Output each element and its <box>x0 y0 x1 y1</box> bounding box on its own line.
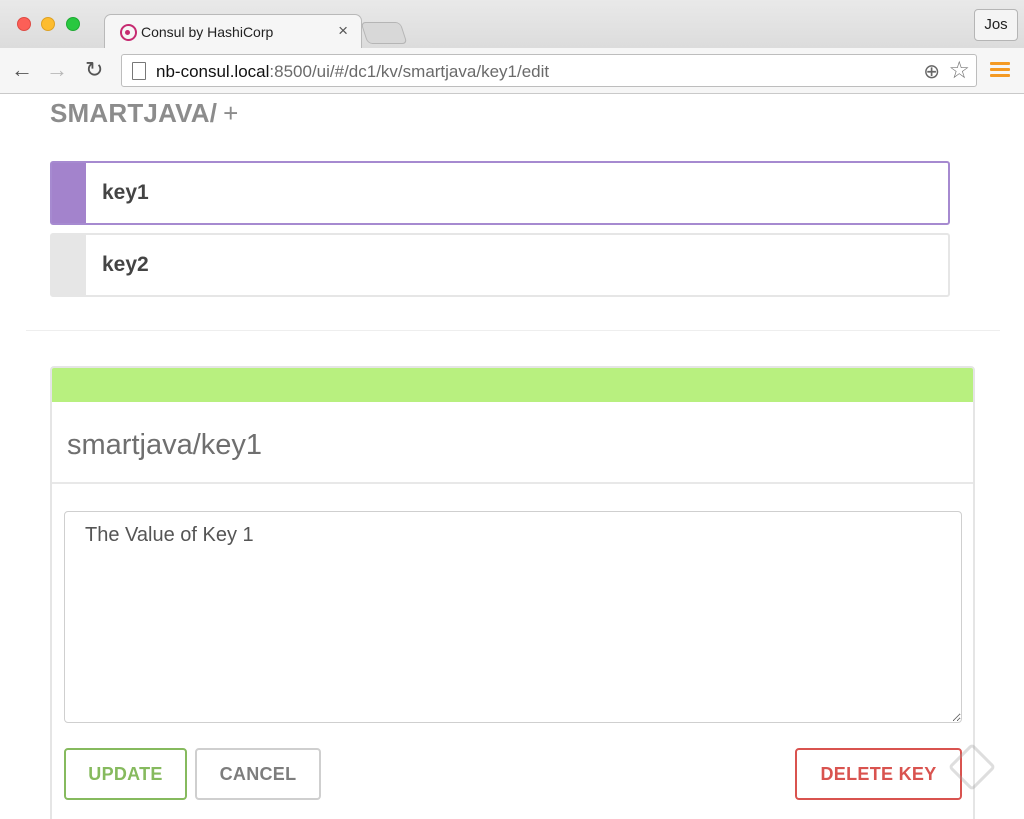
key-status-bar <box>52 235 86 295</box>
back-arrow-icon[interactable]: ← <box>11 58 33 82</box>
zoom-window-button[interactable] <box>66 17 80 31</box>
profile-button[interactable]: Jos <box>974 9 1018 41</box>
folder-name: SMARTJAVA/ <box>50 98 218 128</box>
panel-status-bar <box>52 368 973 402</box>
reload-icon[interactable]: ↻ <box>85 58 103 82</box>
url-text[interactable]: nb-consul.local:8500/ui/#/dc1/kv/smartja… <box>156 62 549 82</box>
page-icon <box>132 62 146 80</box>
add-key-plus-icon[interactable]: + <box>223 98 238 128</box>
key-list-item-key2[interactable]: key2 <box>50 233 950 297</box>
forward-arrow-icon[interactable]: → <box>46 58 68 82</box>
consul-favicon-icon <box>120 24 137 41</box>
delete-key-button[interactable]: DELETE KEY <box>795 748 962 800</box>
browser-menu-icon[interactable] <box>990 62 1010 78</box>
bookmark-star-icon[interactable]: ☆ <box>948 56 970 85</box>
new-tab-button[interactable] <box>360 22 408 44</box>
browser-toolbar: ← → ↻ nb-consul.local:8500/ui/#/dc1/kv/s… <box>0 48 1024 94</box>
browser-tab-strip: Consul by HashiCorp × Jos <box>0 0 1024 50</box>
section-divider <box>26 330 1000 331</box>
url-host: nb-consul.local <box>156 62 270 81</box>
cancel-button[interactable]: CANCEL <box>195 748 321 800</box>
key-value-textarea[interactable] <box>64 511 962 723</box>
tab-close-icon[interactable]: × <box>338 21 348 41</box>
url-path: :8500/ui/#/dc1/kv/smartjava/key1/edit <box>269 62 550 81</box>
key-label: key2 <box>102 253 149 276</box>
browser-tab[interactable]: Consul by HashiCorp × <box>104 14 362 50</box>
key-list-item-key1[interactable]: key1 <box>50 161 950 225</box>
key-edit-panel: smartjava/key1 UPDATE CANCEL DELETE KEY <box>50 366 975 819</box>
panel-separator <box>52 482 973 484</box>
kv-folder-heading: SMARTJAVA/+ <box>50 98 239 129</box>
key-status-bar <box>52 163 86 223</box>
key-path-title: smartjava/key1 <box>67 429 263 461</box>
tab-title: Consul by HashiCorp <box>141 24 274 40</box>
key-label: key1 <box>102 181 149 204</box>
update-button[interactable]: UPDATE <box>64 748 187 800</box>
close-window-button[interactable] <box>17 17 31 31</box>
address-bar[interactable]: nb-consul.local:8500/ui/#/dc1/kv/smartja… <box>121 54 977 87</box>
minimize-window-button[interactable] <box>41 17 55 31</box>
zoom-icon[interactable]: ⊕ <box>923 59 940 84</box>
